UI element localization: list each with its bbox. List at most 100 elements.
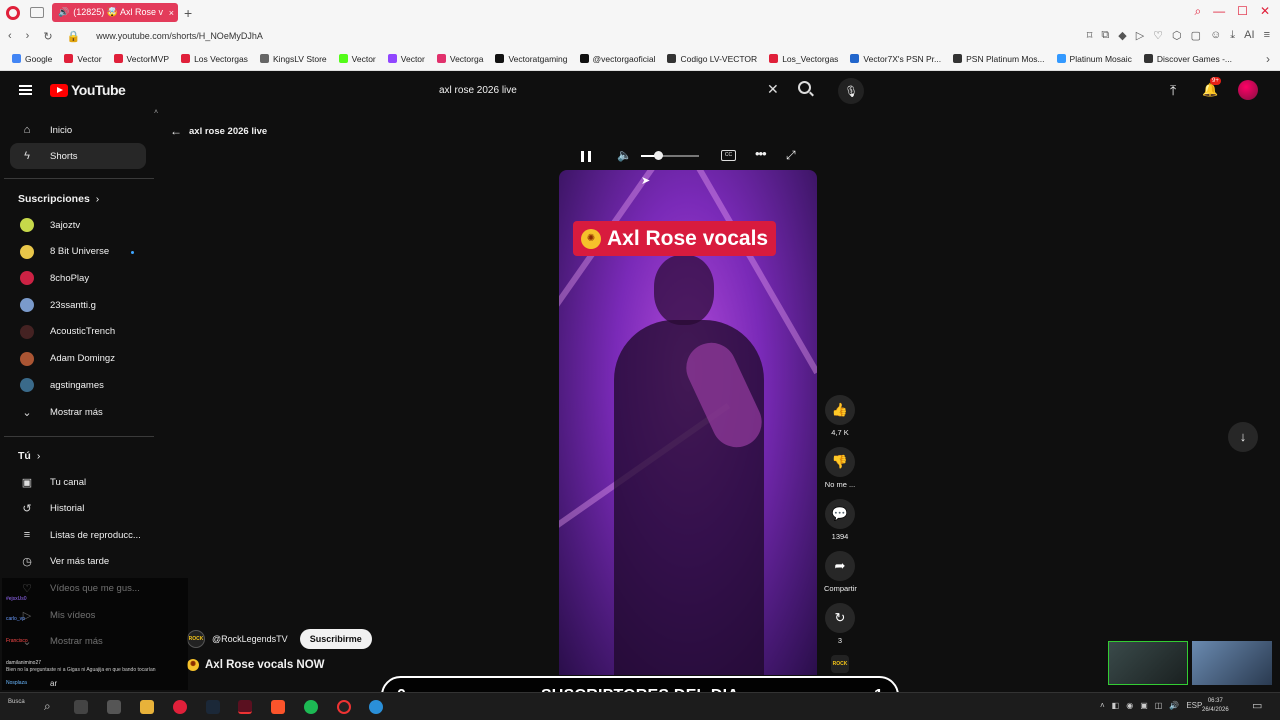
bookmark-item[interactable]: Discover Games -... <box>1143 54 1232 64</box>
sidebar-you-item[interactable]: ≡ Listas de reproducc... <box>10 522 146 548</box>
search-icon[interactable] <box>798 81 811 94</box>
tray-app-icon[interactable]: ◧ <box>1112 701 1120 710</box>
upload-icon[interactable]: ⤒ <box>1170 82 1176 99</box>
spotify-icon[interactable] <box>304 700 318 714</box>
sidebar-subscription-item[interactable]: 3ajoztv <box>10 212 146 238</box>
more-options-icon[interactable]: ••• <box>755 146 767 161</box>
bookmark-item[interactable]: Vectoratgaming <box>495 54 568 64</box>
bookmark-item[interactable]: PSN Platinum Mos... <box>953 54 1045 64</box>
sidebar-subscription-item[interactable]: 23ssantti.g <box>10 292 146 318</box>
fullscreen-icon[interactable]: ⤢ <box>786 148 796 163</box>
file-explorer-icon[interactable] <box>140 700 154 714</box>
you-heading[interactable]: Tú › <box>18 450 40 462</box>
opera-gx-icon[interactable] <box>238 700 252 714</box>
bookmark-item[interactable]: Platinum Mosaic <box>1056 54 1132 64</box>
bookmark-item[interactable]: Google <box>12 54 52 64</box>
shield-icon[interactable]: ◆ <box>1118 29 1126 42</box>
bookmark-item[interactable]: Los_Vectorgas <box>769 54 838 64</box>
steam-icon[interactable] <box>206 700 220 714</box>
search-tabs-icon[interactable]: ⌕ <box>1194 4 1201 19</box>
opera-icon[interactable] <box>173 700 187 714</box>
microphone-icon[interactable]: 🎙 <box>838 78 864 104</box>
maximize-button[interactable]: ☐ <box>1237 4 1248 19</box>
channel-name[interactable]: @RockLegendsTV <box>212 634 288 644</box>
opera-menu-icon[interactable] <box>6 5 20 20</box>
play-icon[interactable]: ▷ <box>1136 29 1144 42</box>
bookmark-item[interactable]: Codigo LV-VECTOR <box>667 54 757 64</box>
account-avatar[interactable] <box>1238 80 1258 100</box>
hamburger-menu-icon[interactable] <box>19 85 32 95</box>
tray-app-icon[interactable]: ◉ <box>1126 701 1133 710</box>
youtube-logo[interactable]: YouTube <box>50 82 126 98</box>
bookmark-item[interactable]: Vector <box>64 54 102 64</box>
bookmark-item[interactable]: @vectorgaoficial <box>579 54 655 64</box>
forward-icon[interactable]: › <box>26 30 30 43</box>
audio-icon[interactable]: 🔊 <box>58 7 69 18</box>
download-icon[interactable]: ⤓ <box>1230 29 1235 42</box>
search-icon[interactable]: ⌕ <box>44 699 51 714</box>
close-window-button[interactable]: ✕ <box>1260 4 1270 19</box>
pause-button[interactable] <box>581 151 591 162</box>
short-video[interactable]: ✺ Axl Rose vocals <box>559 170 817 675</box>
edge-icon[interactable] <box>369 700 383 714</box>
extensions-icon[interactable]: ⬡ <box>1172 29 1182 42</box>
bookmark-item[interactable]: Vector <box>387 54 425 64</box>
tray-app-icon[interactable]: ▣ <box>1140 701 1148 710</box>
bookmarks-overflow-icon[interactable]: › <box>1266 52 1270 66</box>
taskbar-clock[interactable]: 06:37 26/4/2026 <box>1202 697 1229 715</box>
back-arrow-icon[interactable]: ← <box>170 124 182 138</box>
menu-icon[interactable]: ≡ <box>1264 29 1270 42</box>
video-title[interactable]: Axl Rose vocals NOW <box>205 659 325 671</box>
sidebar-item-shorts[interactable]: ϟ Shorts <box>10 143 146 169</box>
clear-search-icon[interactable]: ✕ <box>767 81 779 98</box>
minimize-button[interactable]: — <box>1213 4 1225 19</box>
sidebar-subscription-item[interactable]: AcousticTrench <box>10 319 146 345</box>
heart-icon[interactable]: ♡ <box>1153 29 1163 42</box>
tab-close-icon[interactable]: × <box>169 8 174 18</box>
sidebar-subscription-item[interactable]: agstingames <box>10 372 146 398</box>
sidebar-you-item[interactable]: ▣ Tu canal <box>10 469 146 495</box>
language-indicator[interactable]: ESP <box>1186 701 1202 710</box>
task-view-icon[interactable] <box>74 700 88 714</box>
bookmark-item[interactable]: Vector7X's PSN Pr... <box>850 54 941 64</box>
bookmark-item[interactable]: VectorMVP <box>113 54 169 64</box>
sidebar-item-inicio[interactable]: ⌂ Inicio <box>10 117 146 143</box>
taskbar-search[interactable]: Busca <box>8 699 25 705</box>
back-icon[interactable]: ‹ <box>8 30 12 43</box>
network-icon[interactable]: ◫ <box>1155 701 1163 710</box>
next-video-arrow-icon[interactable]: ↓ <box>1228 422 1258 452</box>
volume-tray-icon[interactable]: 🔊 <box>1169 701 1179 710</box>
volume-icon[interactable]: 🔈 <box>617 148 632 162</box>
new-tab-button[interactable]: + <box>184 5 192 21</box>
bookmark-item[interactable]: Los Vectorgas <box>181 54 248 64</box>
tab-overview-icon[interactable] <box>30 7 44 18</box>
ai-icon[interactable]: AI <box>1244 29 1254 42</box>
brave-icon[interactable] <box>271 700 285 714</box>
app-icon[interactable] <box>107 700 121 714</box>
bookmark-item[interactable]: Vector <box>338 54 376 64</box>
sidebar-you-item[interactable]: ◷ Ver más tarde <box>10 549 146 575</box>
volume-knob[interactable] <box>654 151 664 160</box>
channel-avatar[interactable]: ROCK <box>187 630 205 648</box>
bookmark-item[interactable]: Vectorga <box>436 54 483 64</box>
profile-icon[interactable]: ☺ <box>1210 29 1221 42</box>
subscriptions-heading[interactable]: Suscripciones › <box>18 193 99 205</box>
show-more-subscriptions-button[interactable]: ⌄ Mostrar más <box>10 399 146 425</box>
sidebar-scroll-up-icon[interactable]: ˄ <box>154 109 158 116</box>
sidebar-subscription-item[interactable]: 8 Bit Universe <box>10 239 146 265</box>
volume-slider[interactable] <box>641 151 699 160</box>
remix-button[interactable]: ↻ <box>825 603 855 633</box>
sidebar-you-item[interactable]: ↺ Historial <box>10 496 146 522</box>
wallet-icon[interactable]: ▢ <box>1191 29 1201 42</box>
sidebar-subscription-item[interactable]: 8choPlay <box>10 265 146 291</box>
sound-avatar[interactable]: ROCK <box>831 655 849 673</box>
reload-icon[interactable]: ↻ <box>43 30 52 43</box>
snapshot-icon[interactable]: ⧉ <box>1101 29 1109 42</box>
notifications-center-icon[interactable]: ▭ <box>1252 699 1262 712</box>
sidebar-subscription-item[interactable]: Adam Domingz <box>10 346 146 372</box>
comments-button[interactable]: 💬 <box>825 499 855 529</box>
notifications-bell-icon[interactable]: 🔔 9+ <box>1202 77 1221 98</box>
captions-icon[interactable]: CC <box>721 150 736 161</box>
search-input[interactable]: axl rose 2026 live <box>428 78 788 102</box>
bookmark-item[interactable]: KingsLV Store <box>259 54 327 64</box>
